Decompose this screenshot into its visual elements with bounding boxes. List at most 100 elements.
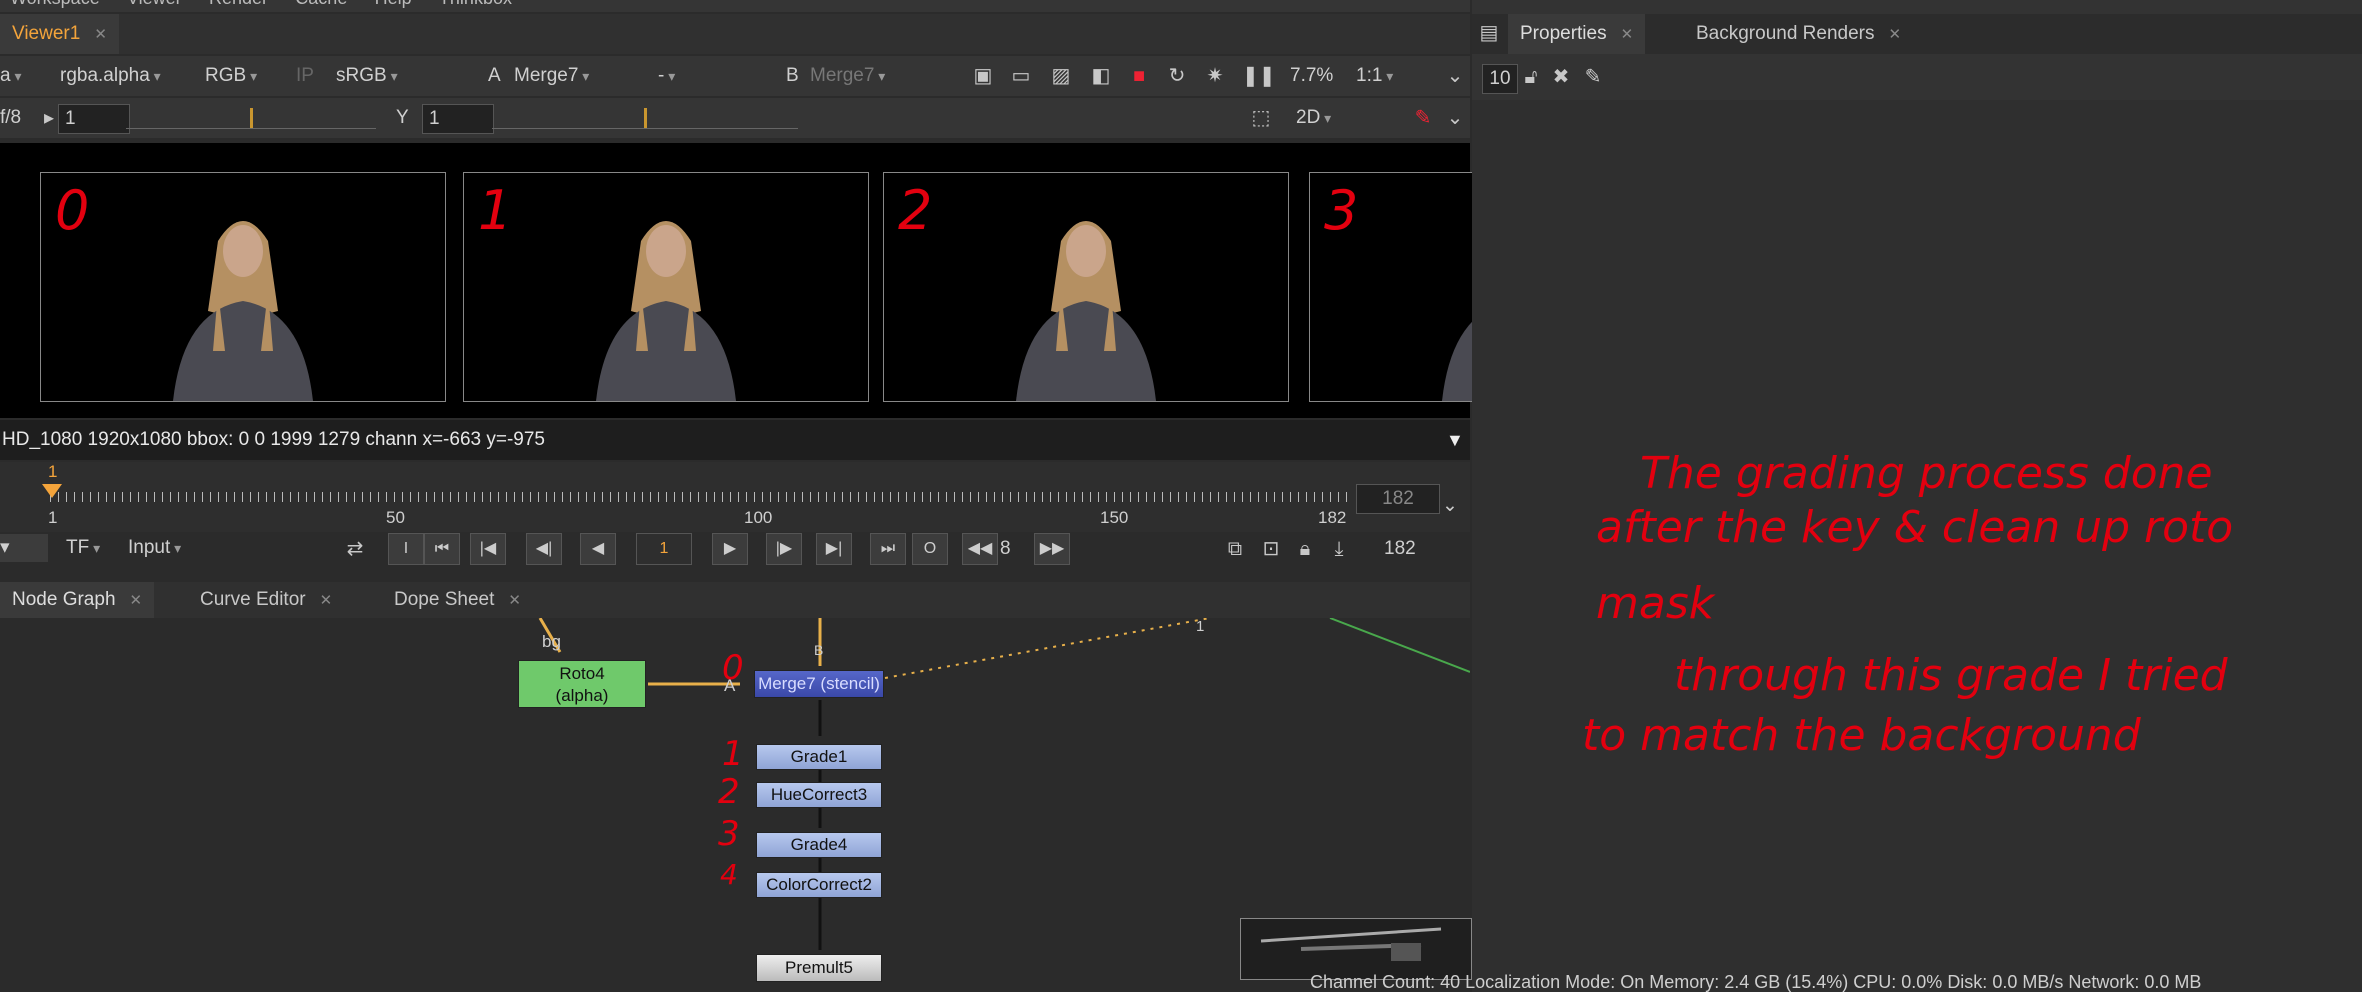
tab-background-renders[interactable]: Background Renders ✕	[1684, 14, 1913, 54]
playhead-marker[interactable]	[42, 484, 62, 498]
end-frame-field[interactable]: 182	[1356, 484, 1440, 514]
node-merge7[interactable]: Merge7 (stencil)	[754, 670, 884, 698]
input-dropdown[interactable]: Input	[128, 534, 181, 562]
close-icon[interactable]: ✕	[1621, 26, 1634, 43]
cache-icon[interactable]: ⤓	[1328, 538, 1350, 560]
clip-warning-icon[interactable]: ■	[1128, 65, 1150, 87]
overlay-icon[interactable]: ◧	[1090, 65, 1112, 87]
play-backward-button[interactable]: ◀	[580, 533, 616, 565]
gamma-slider[interactable]	[492, 108, 798, 129]
menu-cache[interactable]: Cache	[295, 0, 347, 8]
colorspace-dropdown[interactable]: sRGB	[336, 62, 398, 90]
play-small-icon[interactable]: ▸	[38, 107, 60, 129]
prev-increment-button[interactable]: ◀|	[526, 533, 562, 565]
loop-icon[interactable]: ⇄	[344, 538, 366, 560]
refresh-icon[interactable]: ↻	[1166, 65, 1188, 87]
roi-icon[interactable]: ▣	[972, 65, 994, 87]
tab-node-graph[interactable]: Node Graph ✕	[0, 582, 155, 618]
frame-mode-dropdown[interactable]: ▾	[0, 534, 48, 562]
increment-field[interactable]: 8	[1000, 538, 1011, 560]
close-icon[interactable]: ✕	[130, 592, 143, 609]
pencil-icon[interactable]: ✎	[1582, 66, 1604, 88]
tab-properties[interactable]: Properties ✕	[1508, 14, 1646, 54]
clear-icon[interactable]: ✖	[1550, 66, 1572, 88]
gain-slider-handle[interactable]	[250, 108, 253, 128]
close-icon[interactable]: ✕	[508, 592, 521, 609]
timeline[interactable]: 1 1 50 100 150 182 182 ⌄	[0, 462, 1470, 532]
menu-render[interactable]: Render	[209, 0, 268, 8]
menu-workspace[interactable]: Workspace	[10, 0, 100, 8]
tab-viewer1[interactable]: Viewer1 ✕	[0, 14, 119, 54]
timeline-current-frame: 1	[48, 462, 58, 481]
node-annotation: 1	[722, 734, 744, 774]
gain-slider[interactable]	[126, 108, 376, 129]
close-icon[interactable]: ✕	[1889, 26, 1902, 43]
chevron-down-icon[interactable]: ⌄	[1442, 494, 1458, 517]
node-grade4[interactable]: Grade4	[756, 832, 882, 858]
node-premult5[interactable]: Premult5	[756, 954, 882, 982]
pause-icon[interactable]: ❚❚	[1242, 65, 1276, 87]
b-input-dropdown[interactable]: Merge7	[810, 62, 885, 90]
viewer-frame-1: 1	[463, 172, 869, 402]
gamma-field[interactable]: 1	[422, 104, 494, 134]
tab-viewer1-label: Viewer1	[12, 23, 81, 44]
flipbook-icon[interactable]: ⧉	[1224, 538, 1246, 560]
current-frame-field[interactable]: 1	[636, 533, 692, 565]
right-tab-bar: ▤ Properties ✕ Background Renders ✕	[1472, 14, 2362, 54]
menu-viewer[interactable]: Viewer	[127, 0, 182, 8]
timeline-tick-label: 182	[1318, 508, 1347, 527]
menu-thinkbox[interactable]: Thinkbox	[439, 0, 512, 8]
in-point-button[interactable]: I	[388, 533, 424, 565]
display-dropdown[interactable]: RGB	[205, 62, 257, 90]
node-colorcorrect2[interactable]: ColorCorrect2	[756, 872, 882, 898]
close-icon[interactable]: ✕	[94, 26, 107, 43]
next-increment-button[interactable]: |▶	[766, 533, 802, 565]
view-mode-dropdown[interactable]: 2D	[1296, 104, 1396, 132]
prev-keyframe-button[interactable]: |◀	[470, 533, 506, 565]
tab-curve-editor[interactable]: Curve Editor ✕	[188, 582, 344, 618]
frame-label: 0	[55, 179, 90, 242]
pin-icon[interactable]: ✎	[1412, 107, 1434, 129]
node-annotation: 3	[718, 814, 740, 854]
last-frame-button[interactable]: ⏭	[870, 533, 906, 565]
ratio-dropdown[interactable]: 1:1	[1356, 62, 1393, 90]
ip-button[interactable]: IP	[296, 62, 314, 90]
tab-dope-sheet[interactable]: Dope Sheet ✕	[382, 582, 533, 618]
close-icon[interactable]: ✕	[320, 592, 333, 609]
node-graph-minimap[interactable]	[1240, 918, 1472, 980]
window-icon[interactable]: ▭	[1010, 65, 1032, 87]
wipe-icon[interactable]: ▨	[1050, 65, 1072, 87]
gain-field[interactable]: 1	[58, 104, 130, 134]
chevron-down-icon[interactable]: ⌄	[1444, 107, 1466, 129]
panel-menu-icon[interactable]: ▤	[1478, 22, 1500, 44]
zoom-readout[interactable]: 7.7%	[1290, 62, 1333, 90]
gamma-slider-handle[interactable]	[644, 108, 647, 128]
chevron-down-icon[interactable]: ⌄	[1444, 65, 1466, 87]
next-keyframe-button[interactable]: ▶|	[816, 533, 852, 565]
lock-icon[interactable]: 🔒︎	[1294, 538, 1316, 560]
caret-down-icon[interactable]: ▼	[1446, 420, 1464, 460]
node-huecorrect3[interactable]: HueCorrect3	[756, 782, 882, 808]
node-graph-canvas[interactable]: bg A B 1 Roto4 (alpha) Merge7 (stencil) …	[0, 618, 1472, 992]
a-input-dropdown[interactable]: Merge7	[514, 62, 589, 90]
channel-dropdown[interactable]: rgba.alpha	[60, 62, 161, 90]
operation-dropdown[interactable]: -	[658, 62, 675, 90]
timeline-tick-label: 1	[48, 508, 58, 527]
tf-dropdown[interactable]: TF	[66, 534, 100, 562]
menu-help[interactable]: Help	[375, 0, 412, 8]
b-input-label: B	[786, 65, 799, 86]
out-point-button[interactable]: O	[912, 533, 948, 565]
first-frame-button[interactable]: ⏮	[424, 533, 460, 565]
record-icon[interactable]: ⊡	[1260, 538, 1282, 560]
b-input-pipe-label: B	[814, 642, 824, 658]
lock-icon[interactable]: 🔓︎	[1520, 66, 1542, 88]
play-forward-button[interactable]: ▶	[712, 533, 748, 565]
step-forward-button[interactable]: ▶▶	[1034, 533, 1070, 565]
node-grade1[interactable]: Grade1	[756, 744, 882, 770]
proxy-icon[interactable]: ✷	[1204, 65, 1226, 87]
max-panels-field[interactable]: 10	[1482, 64, 1518, 94]
step-back-button[interactable]: ◀◀	[962, 533, 998, 565]
roi-select-icon[interactable]: ⬚	[1250, 107, 1272, 129]
layer-dropdown[interactable]: a	[0, 62, 22, 90]
node-roto4[interactable]: Roto4 (alpha)	[518, 660, 646, 708]
